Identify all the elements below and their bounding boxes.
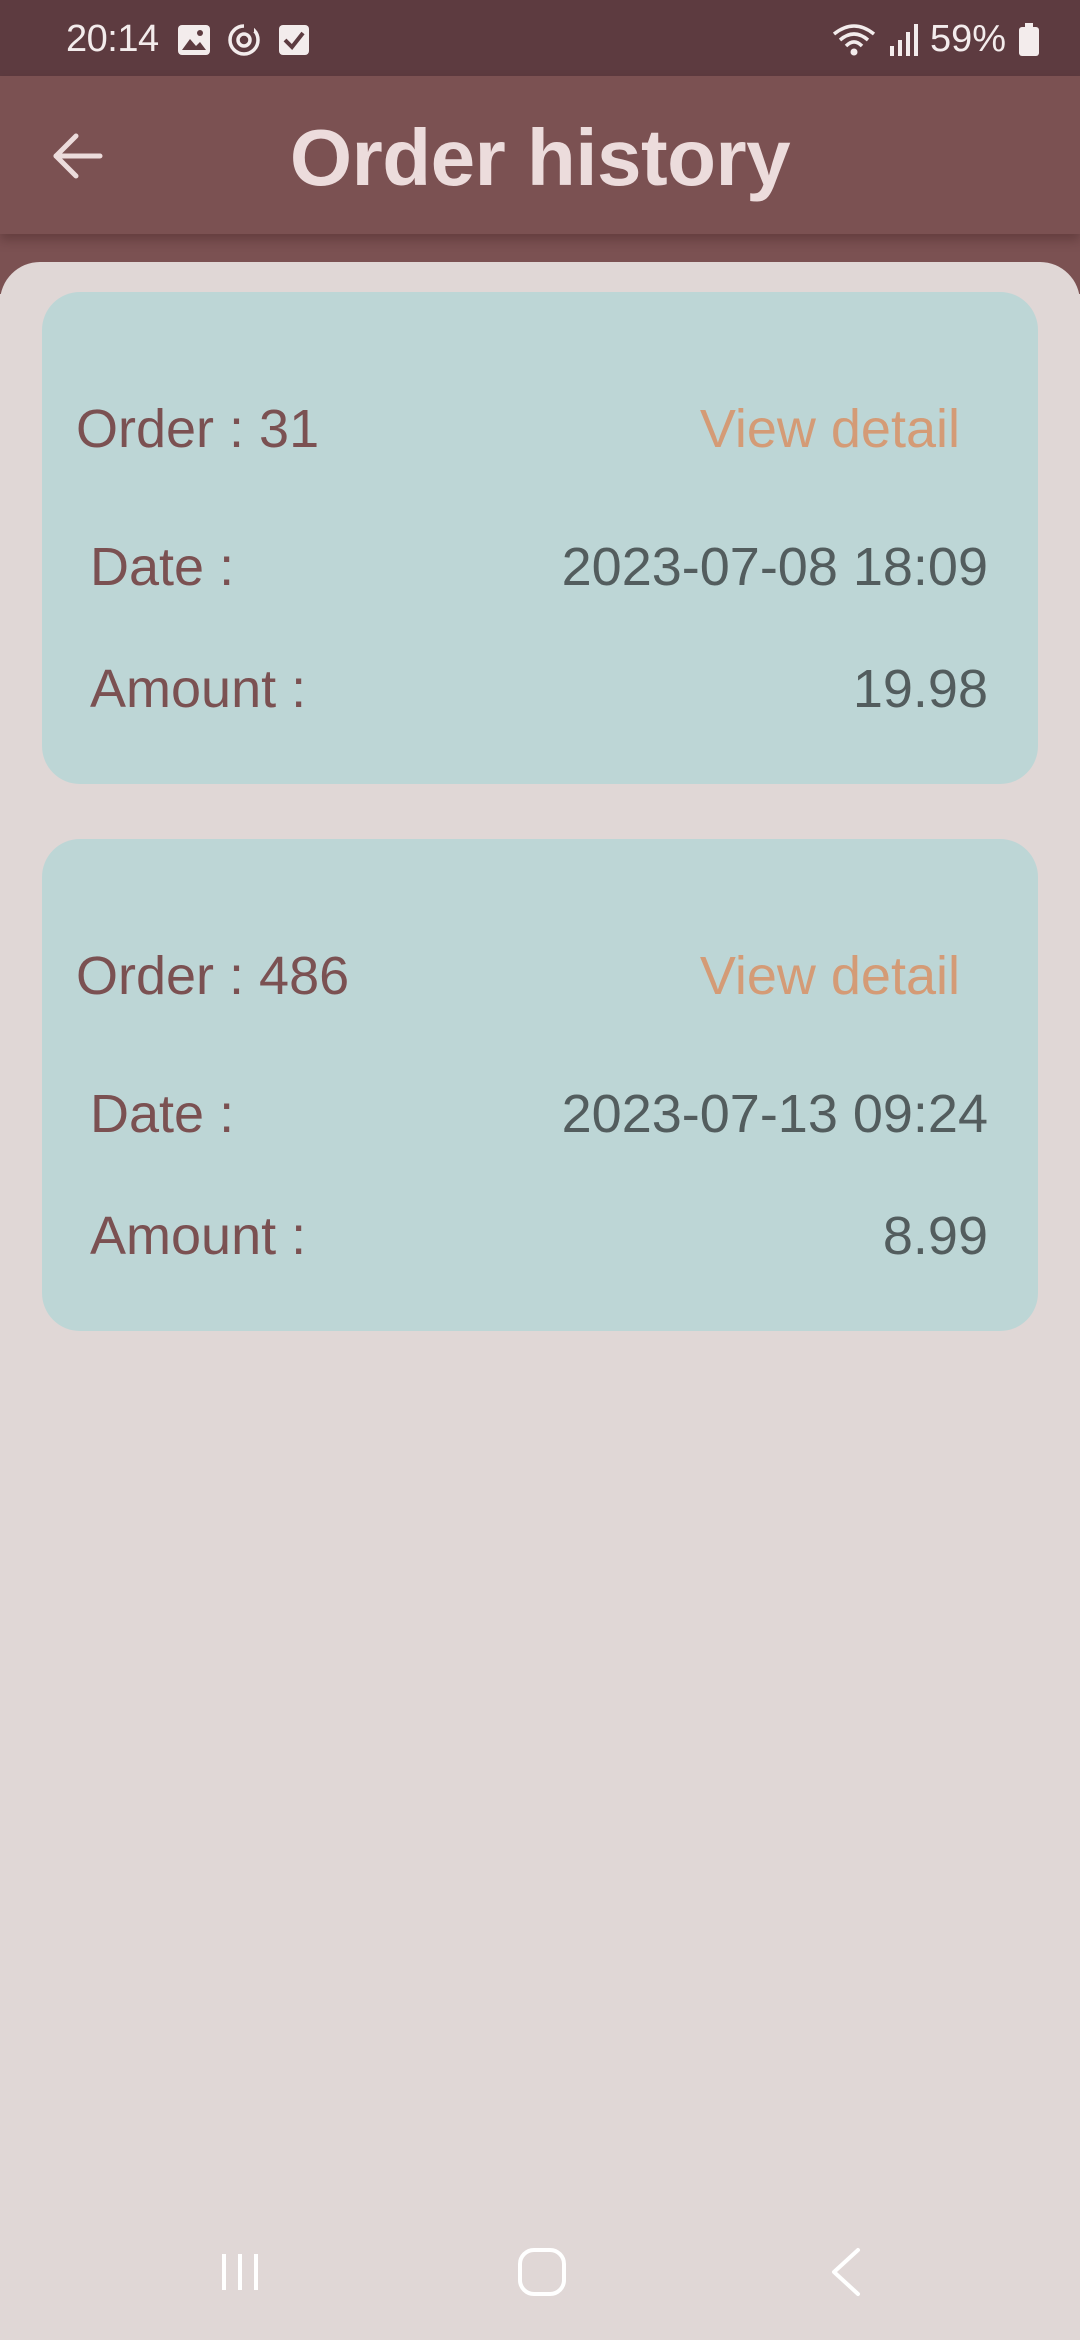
- amount-label: Amount :: [90, 659, 307, 719]
- system-nav-bar: [0, 2208, 1080, 2340]
- date-label: Date :: [90, 1084, 235, 1144]
- date-label: Date :: [90, 537, 235, 597]
- back-icon: [826, 2246, 866, 2303]
- view-detail-button[interactable]: View detail: [700, 398, 960, 460]
- order-card: Order : 486 View detail Date : 2023-07-1…: [42, 839, 1038, 1331]
- order-title: Order : 486: [76, 946, 350, 1006]
- amount-label: Amount :: [90, 1206, 307, 1266]
- date-value: 2023-07-08 18:09: [561, 537, 988, 597]
- amount-value: 19.98: [852, 659, 988, 719]
- home-icon: [516, 2246, 568, 2303]
- date-value: 2023-07-13 09:24: [561, 1084, 988, 1144]
- status-bar: 20:14 59%: [0, 0, 1080, 76]
- order-history-screen: 20:14 59% Order history Order: 31 View …: [0, 0, 1080, 2340]
- image-icon: [176, 22, 212, 58]
- signal-icon: [888, 22, 918, 58]
- notification-icons: [176, 22, 312, 58]
- status-time: 20:14: [66, 18, 159, 60]
- home-button[interactable]: [492, 2228, 592, 2320]
- check-box-icon: [276, 22, 312, 58]
- back-nav-button[interactable]: [796, 2228, 896, 2320]
- recents-button[interactable]: [190, 2228, 290, 2320]
- app-bar: Order history: [0, 76, 1080, 234]
- status-right: 59%: [832, 18, 1040, 61]
- battery-icon: [1018, 22, 1040, 57]
- amount-value: 8.99: [882, 1206, 988, 1266]
- sync-icon: [226, 22, 262, 58]
- page-title: Order history: [289, 113, 791, 202]
- order-title: Order : 31: [76, 399, 320, 459]
- recents-icon: [216, 2248, 264, 2301]
- order-card: Order : 31 View detail Date : 2023-07-08…: [42, 292, 1038, 784]
- view-detail-button[interactable]: View detail: [700, 945, 960, 1007]
- battery-percent: 59%: [929, 18, 1006, 60]
- wifi-icon: [832, 22, 876, 58]
